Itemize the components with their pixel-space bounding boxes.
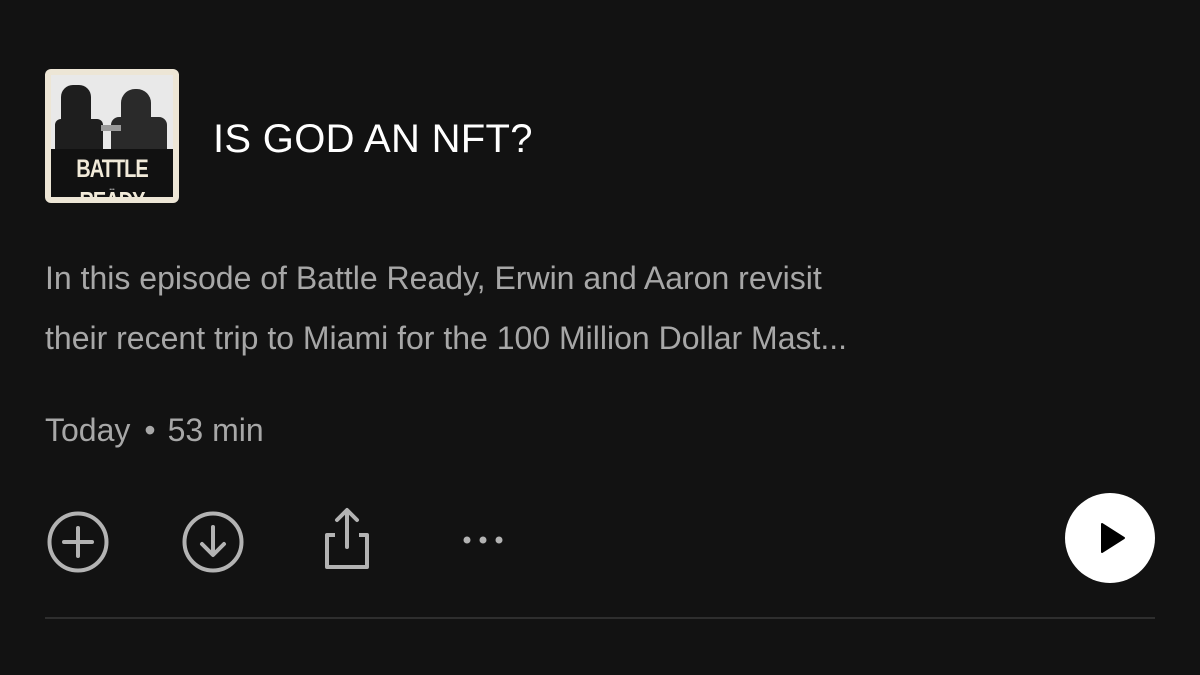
share-icon: [325, 508, 369, 569]
more-options-button[interactable]: [450, 520, 516, 560]
episode-meta: Today • 53 min: [45, 408, 264, 452]
podcast-cover-art[interactable]: BATTLE READY •••: [45, 69, 179, 203]
play-button[interactable]: [1065, 493, 1155, 583]
episode-title[interactable]: IS GOD AN NFT?: [213, 116, 533, 162]
cover-artwork: BATTLE READY •••: [51, 75, 173, 197]
share-button[interactable]: [314, 503, 380, 573]
cover-photo: [51, 75, 173, 149]
episode-row[interactable]: BATTLE READY ••• IS GOD AN NFT? In this …: [0, 0, 1200, 675]
description-line: their recent trip to Miami for the 100 M…: [45, 320, 848, 356]
meta-separator: •: [144, 412, 156, 448]
add-to-library-button[interactable]: [45, 509, 111, 575]
description-line: In this episode of Battle Ready, Erwin a…: [45, 260, 822, 296]
download-circle-icon: [182, 511, 244, 573]
play-icon: [1101, 523, 1125, 553]
plus-circle-icon: [47, 511, 109, 573]
more-horizontal-icon: [463, 536, 503, 544]
release-date: Today: [45, 412, 131, 448]
download-button[interactable]: [180, 509, 246, 575]
episode-description: In this episode of Battle Ready, Erwin a…: [45, 248, 1155, 368]
cover-sub-text: •••: [109, 187, 115, 193]
episode-duration: 53 min: [167, 412, 264, 448]
row-divider: [45, 617, 1155, 619]
